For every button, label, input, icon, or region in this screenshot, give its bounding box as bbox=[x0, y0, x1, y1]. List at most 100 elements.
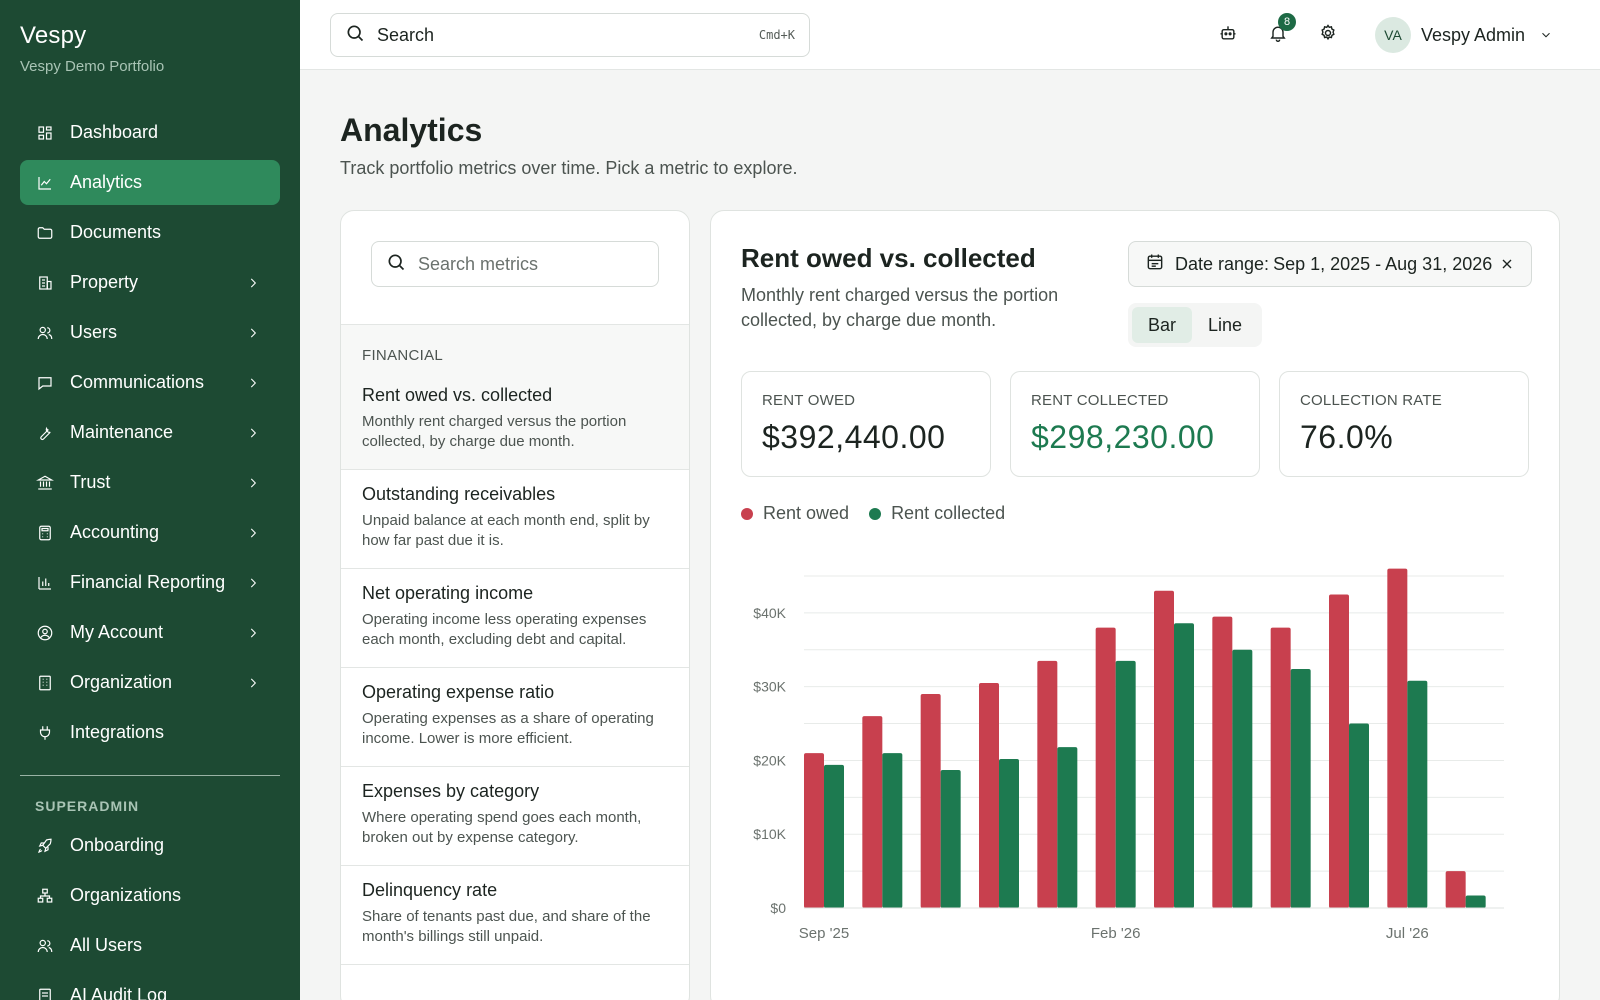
metric-item-operating-expense-ratio[interactable]: Operating expense ratio Operating expense… bbox=[341, 668, 689, 767]
sidebar-item-label: Accounting bbox=[70, 522, 160, 542]
users-icon bbox=[36, 324, 54, 342]
page-subtitle: Track portfolio metrics over time. Pick … bbox=[340, 158, 798, 178]
sidebar-item-documents[interactable]: Documents bbox=[20, 210, 280, 255]
plug-icon bbox=[36, 724, 54, 742]
metric-item-delinquency-rate[interactable]: Delinquency rate Share of tenants past du… bbox=[341, 866, 689, 965]
chevron-right-icon bbox=[246, 374, 260, 388]
organization-icon bbox=[36, 674, 54, 692]
user-name: Vespy Admin bbox=[1421, 24, 1526, 45]
metric-item-expenses-by-category[interactable]: Expenses by category Where operating spen… bbox=[341, 767, 689, 866]
users-icon bbox=[36, 937, 54, 955]
bar-rent-owed-mar-26[interactable] bbox=[1154, 590, 1174, 908]
chevron-right-icon bbox=[246, 674, 260, 688]
bar-rent-collected-feb-26[interactable] bbox=[1115, 660, 1136, 908]
wrench-icon bbox=[36, 424, 54, 442]
y-tick-label: $10K bbox=[753, 826, 786, 842]
chevron-right-icon bbox=[246, 424, 260, 438]
y-tick-label: $0 bbox=[770, 900, 786, 916]
assistant-button[interactable] bbox=[1210, 17, 1246, 53]
metrics-group-header: FINANCIAL bbox=[341, 325, 689, 371]
sidebar-item-label: Organizations bbox=[70, 885, 182, 905]
sidebar-item-analytics[interactable]: Analytics bbox=[20, 160, 280, 205]
chevron-right-icon bbox=[246, 274, 260, 288]
bar-rent-collected-nov-25[interactable] bbox=[940, 770, 961, 908]
sidebar: Vespy Vespy Demo Portfolio Dashboard Anal… bbox=[0, 0, 300, 1000]
dashboard-icon bbox=[36, 124, 54, 142]
sidebar-item-property[interactable]: Property bbox=[20, 260, 280, 305]
y-tick-label: $20K bbox=[753, 752, 786, 768]
y-tick-label: $40K bbox=[753, 605, 786, 621]
sidebar-item-label: Financial Reporting bbox=[70, 572, 226, 592]
brand: Vespy Vespy Demo Portfolio bbox=[20, 22, 164, 75]
sidebar-item-my-account[interactable]: My Account bbox=[20, 610, 280, 655]
robot-icon bbox=[1218, 23, 1238, 48]
sidebar-item-maintenance[interactable]: Maintenance bbox=[20, 410, 280, 455]
sidebar-item-organizations[interactable]: Organizations bbox=[20, 873, 280, 918]
sidebar-item-organization[interactable]: Organization bbox=[20, 660, 280, 705]
bar-rent-owed-oct-25[interactable] bbox=[862, 716, 883, 908]
metric-description: Monthly rent charged versus the portion … bbox=[362, 413, 627, 450]
portfolio-name: Vespy Demo Portfolio bbox=[20, 58, 165, 75]
sidebar-item-label: AI Audit Log bbox=[70, 985, 168, 1000]
global-search[interactable]: Search Cmd+K bbox=[330, 13, 810, 57]
bar-rent-collected-oct-25[interactable] bbox=[882, 753, 903, 908]
sidebar-item-integrations[interactable]: Integrations bbox=[20, 710, 280, 755]
metrics-list: Rent owed vs. collected Monthly rent char… bbox=[341, 371, 689, 965]
sidebar-item-label: Onboarding bbox=[70, 835, 165, 855]
bar-rent-collected-jun-26[interactable] bbox=[1349, 723, 1369, 908]
metric-description: Where operating spend goes each month, b… bbox=[362, 809, 642, 846]
metric-description: Unpaid balance at each month end, split … bbox=[362, 512, 650, 549]
sidebar-item-communications[interactable]: Communications bbox=[20, 360, 280, 405]
sidebar-item-dashboard[interactable]: Dashboard bbox=[20, 110, 280, 155]
bar-rent-owed-sep-25[interactable] bbox=[804, 753, 824, 908]
bar-rent-owed-jun-26[interactable] bbox=[1329, 594, 1349, 908]
metric-title: Delinquency rate bbox=[362, 880, 498, 900]
bar-rent-collected-dec-25[interactable] bbox=[999, 758, 1019, 908]
bar-rent-collected-jul-26[interactable] bbox=[1407, 680, 1428, 908]
metric-item-rent-owed-vs-collected[interactable]: Rent owed vs. collected Monthly rent char… bbox=[341, 371, 689, 470]
sidebar-item-accounting[interactable]: Accounting bbox=[20, 510, 280, 555]
bar-chart-icon bbox=[36, 574, 54, 592]
topbar: Search Cmd+K 8 VA Vespy Admin bbox=[300, 0, 1600, 70]
sidebar-item-users[interactable]: Users bbox=[20, 310, 280, 355]
x-tick-label: Feb '26 bbox=[1091, 925, 1141, 942]
bar-rent-collected-apr-26[interactable] bbox=[1232, 649, 1253, 908]
sidebar-item-label: All Users bbox=[70, 935, 143, 955]
sidebar-item-ai-audit-log[interactable]: AI Audit Log bbox=[20, 973, 280, 1000]
sidebar-item-trust[interactable]: Trust bbox=[20, 460, 280, 505]
metrics-search-input[interactable] bbox=[418, 253, 638, 275]
bar-rent-collected-sep-25[interactable] bbox=[824, 764, 844, 908]
bar-rent-owed-jan-26[interactable] bbox=[1037, 660, 1058, 908]
chevron-right-icon bbox=[246, 624, 260, 638]
bar-rent-owed-feb-26[interactable] bbox=[1095, 627, 1116, 908]
bar-rent-collected-may-26[interactable] bbox=[1290, 668, 1311, 908]
x-tick-label: Jul '26 bbox=[1386, 925, 1429, 942]
notifications-button[interactable]: 8 bbox=[1260, 13, 1296, 53]
bar-rent-owed-nov-25[interactable] bbox=[920, 694, 941, 908]
sidebar-item-label: Organization bbox=[70, 672, 173, 692]
avatar: VA bbox=[1375, 17, 1411, 53]
bar-rent-collected-mar-26[interactable] bbox=[1174, 623, 1194, 908]
bar-rent-owed-aug-26[interactable] bbox=[1445, 871, 1466, 908]
settings-button[interactable] bbox=[1310, 17, 1346, 53]
bar-rent-collected-aug-26[interactable] bbox=[1465, 895, 1486, 908]
metrics-search[interactable] bbox=[371, 241, 659, 287]
hierarchy-icon bbox=[36, 887, 54, 905]
sidebar-item-label: Property bbox=[70, 272, 139, 292]
sidebar-item-onboarding[interactable]: Onboarding bbox=[20, 823, 280, 868]
bar-rent-owed-apr-26[interactable] bbox=[1212, 616, 1233, 908]
metric-title: Rent owed vs. collected bbox=[362, 385, 553, 405]
bar-rent-collected-jan-26[interactable] bbox=[1057, 747, 1078, 908]
bar-rent-owed-jul-26[interactable] bbox=[1387, 568, 1408, 908]
sidebar-item-financial-reporting[interactable]: Financial Reporting bbox=[20, 560, 280, 605]
metric-item-net-operating-income[interactable]: Net operating income Operating income les… bbox=[341, 569, 689, 668]
metric-item-outstanding-receivables[interactable]: Outstanding receivables Unpaid balance at… bbox=[341, 470, 689, 569]
sidebar-item-all-users[interactable]: All Users bbox=[20, 923, 280, 968]
y-tick-label: $30K bbox=[753, 679, 786, 695]
chevron-right-icon bbox=[246, 324, 260, 338]
bar-rent-owed-dec-25[interactable] bbox=[979, 682, 999, 908]
notification-badge: 8 bbox=[1278, 13, 1296, 31]
superadmin-section-label: SUPERADMIN bbox=[35, 798, 140, 814]
user-menu[interactable]: VA Vespy Admin bbox=[1375, 17, 1553, 53]
bar-rent-owed-may-26[interactable] bbox=[1270, 627, 1291, 908]
